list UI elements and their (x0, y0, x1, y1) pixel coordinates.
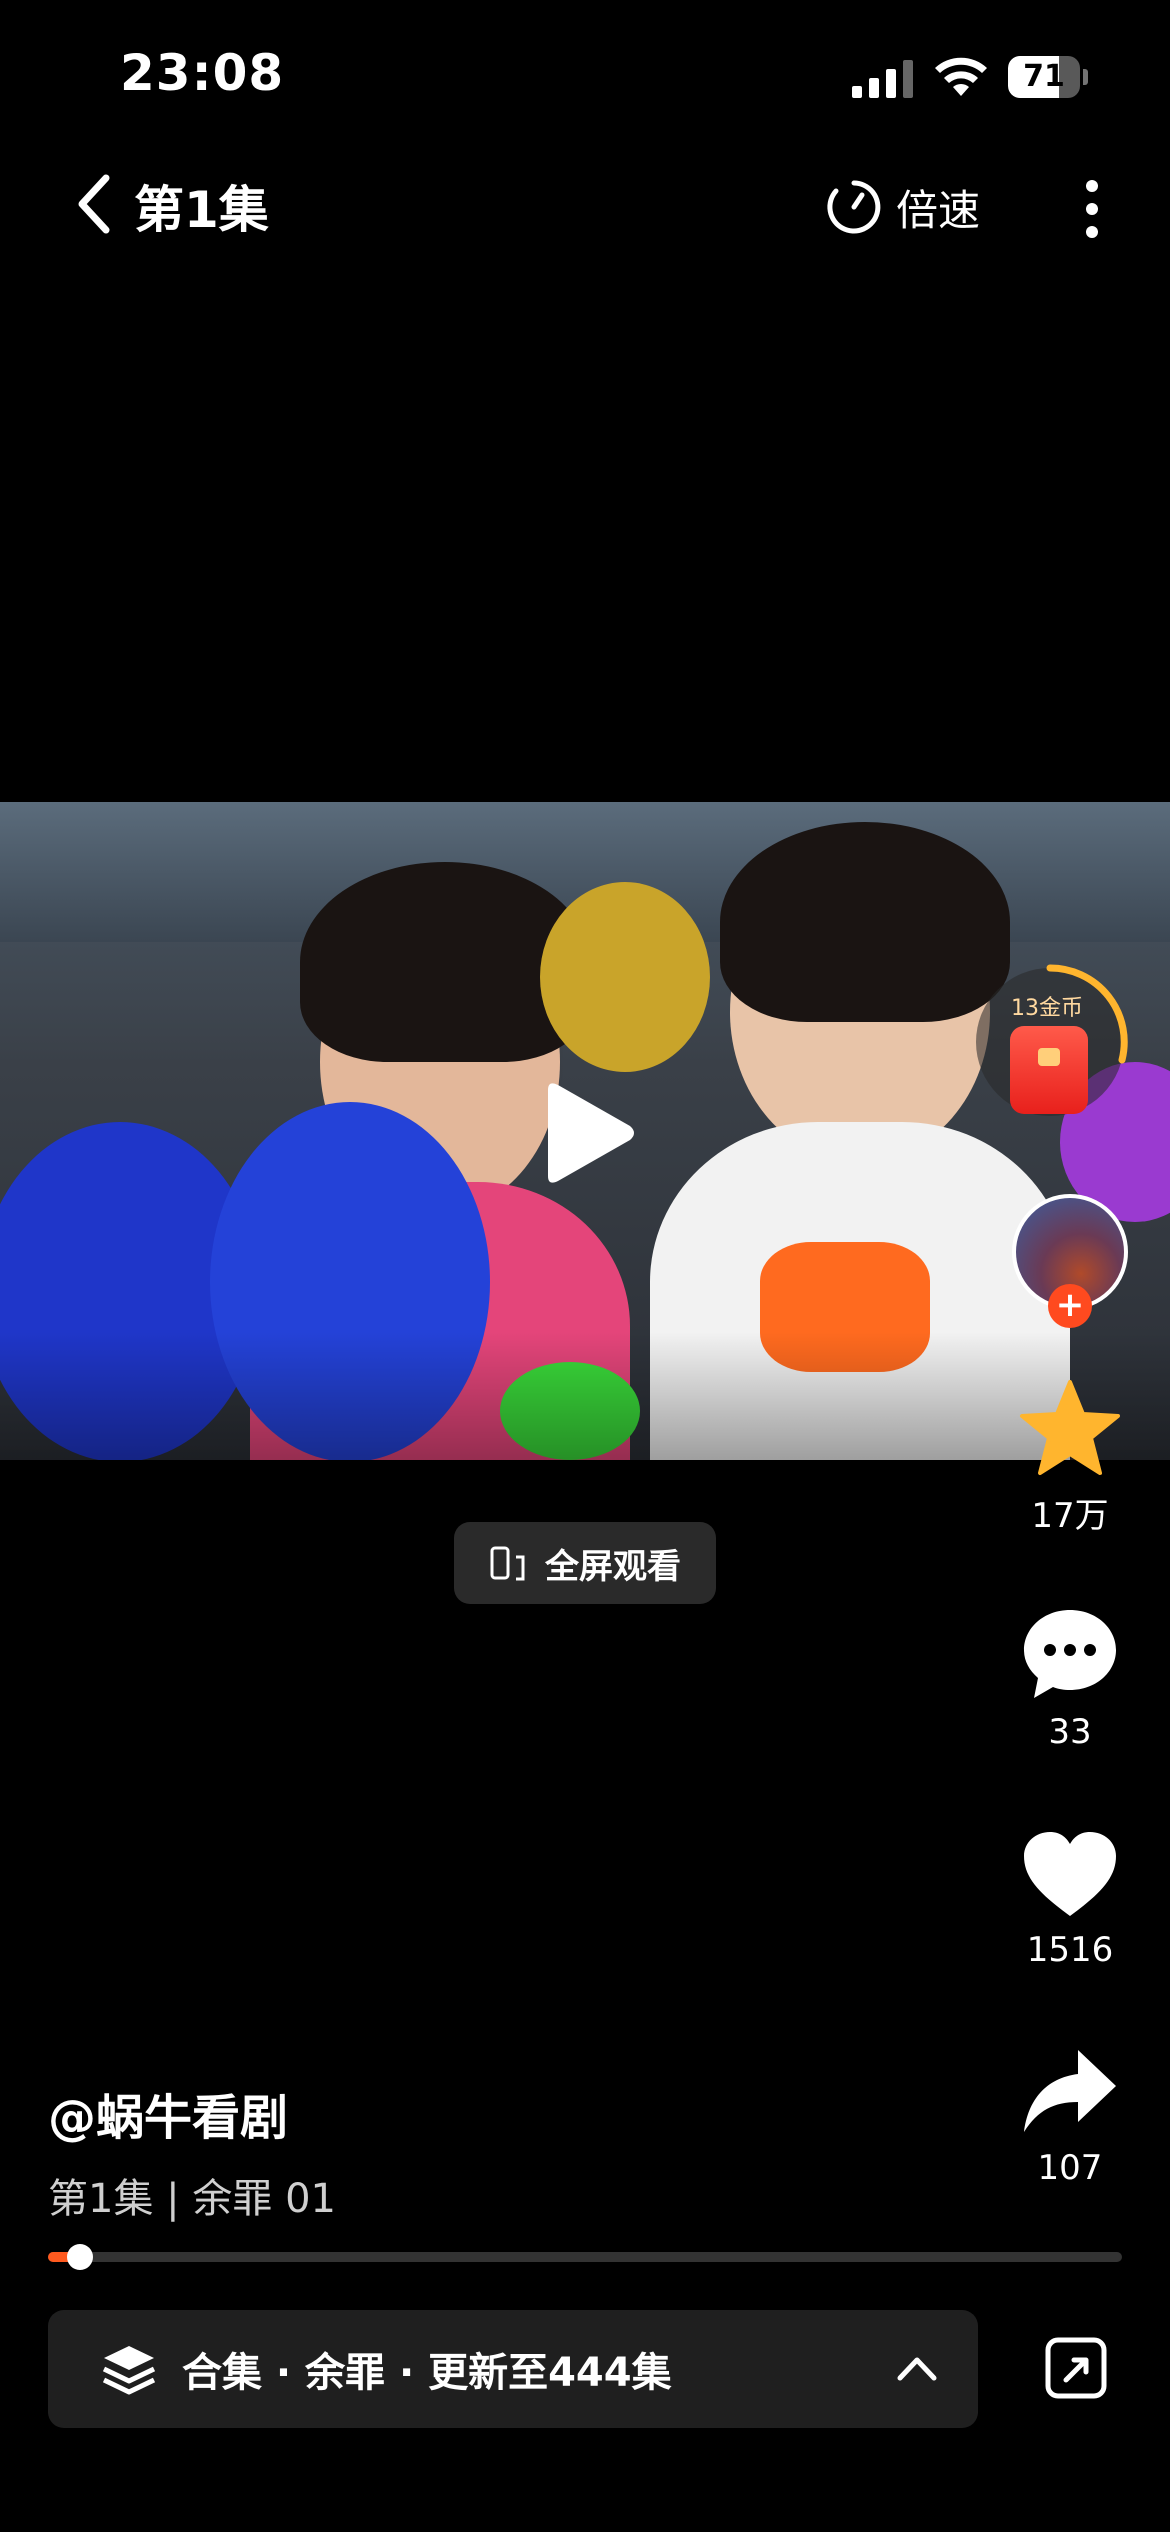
picture-in-picture-icon[interactable] (1044, 2336, 1108, 2400)
playback-speed-label: 倍速 (896, 185, 981, 235)
like-count: 1516 (1026, 1930, 1114, 1970)
battery-indicator: 71 (1008, 56, 1088, 98)
collection-label: 合集 · 余罪 · 更新至444集 (182, 2350, 672, 2396)
favorite-button[interactable]: 17万 (1010, 1378, 1130, 1537)
red-packet-icon (1010, 1026, 1088, 1114)
coin-reward-widget[interactable]: 13金币 (972, 962, 1132, 1122)
playback-progress-bar[interactable] (48, 2244, 1122, 2270)
playback-speed-button[interactable]: 倍速 (826, 176, 980, 238)
share-button[interactable]: 107 (1010, 2046, 1130, 2188)
play-icon[interactable] (530, 1078, 640, 1188)
progress-thumb[interactable] (67, 2244, 94, 2270)
author-handle[interactable]: @蜗牛看剧 (48, 2078, 288, 2148)
video-pompom-gold (540, 882, 710, 1072)
episode-title: 第1集 (134, 181, 269, 239)
status-time: 23:08 (120, 44, 285, 102)
back-button[interactable] (72, 172, 116, 236)
rotate-screen-icon (490, 1546, 525, 1581)
heart-icon (1024, 1832, 1116, 1916)
favorite-count: 17万 (1031, 1496, 1109, 1536)
fullscreen-label: 全屏观看 (545, 1546, 681, 1587)
speed-gauge-icon (827, 180, 881, 234)
like-button[interactable]: 1516 (1010, 1828, 1130, 1970)
wifi-icon (935, 57, 987, 96)
comment-count: 33 (1048, 1712, 1092, 1752)
fullscreen-button[interactable]: 全屏观看 (454, 1522, 716, 1604)
star-icon (1020, 1380, 1120, 1475)
cellular-signal-icon (852, 60, 913, 98)
share-count: 107 (1037, 2148, 1103, 2188)
battery-percent: 71 (1023, 59, 1065, 94)
more-options-icon[interactable] (1072, 178, 1112, 240)
chevron-up-icon[interactable] (896, 2348, 938, 2390)
episode-description: 第1集 | 余罪 01 (48, 2176, 336, 2222)
share-arrow-icon (1024, 2050, 1116, 2132)
coin-reward-label: 13金币 (1011, 996, 1083, 1021)
video-shade (0, 1332, 1170, 1460)
video-person-hair-2 (720, 822, 1010, 1022)
layers-icon (102, 2346, 156, 2395)
collection-bar[interactable]: 合集 · 余罪 · 更新至444集 (48, 2310, 978, 2428)
comment-bubble-icon (1024, 1610, 1116, 1698)
comment-button[interactable]: 33 (1010, 1606, 1130, 1752)
follow-plus-button[interactable]: + (1048, 1284, 1092, 1328)
